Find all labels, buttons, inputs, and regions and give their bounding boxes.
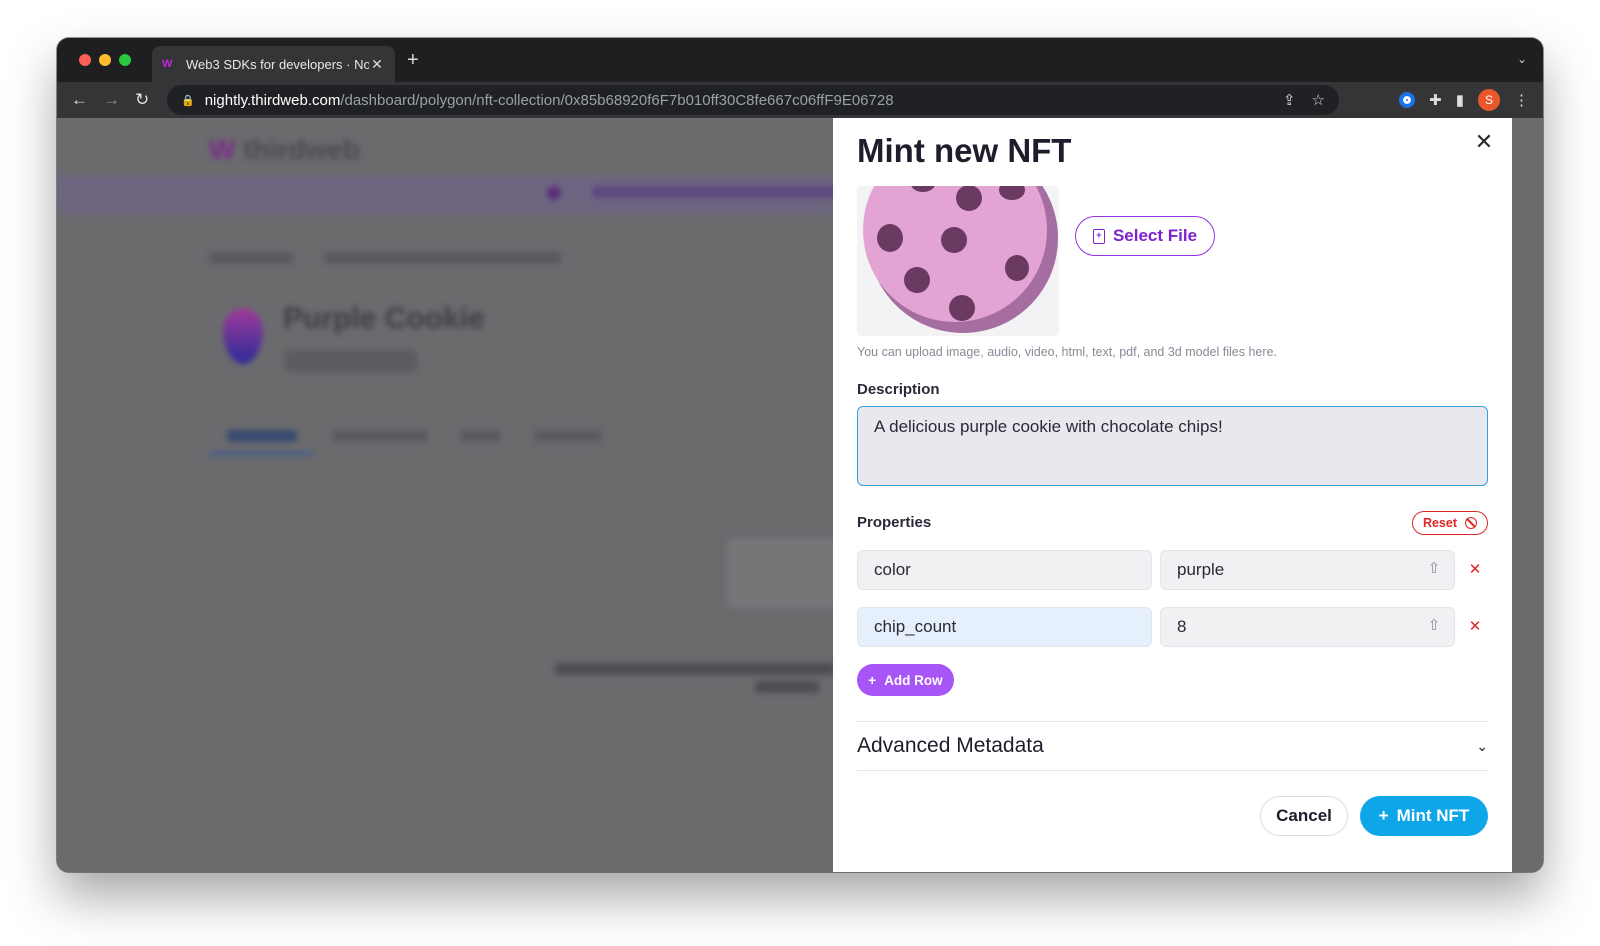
file-icon: + bbox=[1092, 228, 1105, 244]
page-content: W thirdweb Purple Cookie Mint new NFT ✕ bbox=[57, 118, 1543, 872]
advanced-metadata-accordion[interactable]: Advanced Metadata ⌄ bbox=[857, 722, 1488, 770]
mint-nft-button[interactable]: + Mint NFT bbox=[1360, 796, 1488, 836]
mint-nft-drawer: Mint new NFT ✕ + Select File You can upl… bbox=[833, 118, 1512, 872]
bookmark-star-icon[interactable]: ☆ bbox=[1312, 91, 1325, 109]
property-key-input[interactable] bbox=[857, 607, 1152, 647]
ban-icon bbox=[1465, 517, 1477, 529]
cancel-button[interactable]: Cancel bbox=[1260, 796, 1348, 836]
upload-hint: You can upload image, audio, video, html… bbox=[857, 345, 1277, 359]
breadcrumb-collection bbox=[325, 252, 561, 264]
profile-avatar[interactable]: S bbox=[1478, 89, 1500, 111]
tab-strip: W Web3 SDKs for developers · No- ✕ + ⌄ bbox=[57, 38, 1543, 82]
properties-label: Properties bbox=[857, 514, 932, 531]
select-file-label: Select File bbox=[1112, 226, 1198, 245]
tab-overview bbox=[227, 430, 297, 442]
side-panel-icon[interactable]: ▮ bbox=[1456, 91, 1464, 109]
browser-toolbar: ← → ↻ 🔒 nightly.thirdweb.com /dashboard/… bbox=[57, 82, 1543, 118]
tab-code bbox=[461, 430, 501, 442]
project-title: Purple Cookie bbox=[283, 302, 485, 335]
address-bar[interactable]: 🔒 nightly.thirdweb.com /dashboard/polygo… bbox=[167, 85, 1339, 115]
remove-row-icon[interactable]: ✕ bbox=[1466, 618, 1484, 636]
new-tab-button[interactable]: + bbox=[407, 50, 419, 70]
drawer-title: Mint new NFT bbox=[857, 132, 1072, 169]
description-label: Description bbox=[857, 381, 940, 398]
divider bbox=[857, 770, 1488, 771]
empty-state-message bbox=[555, 663, 835, 675]
upload-icon[interactable]: ⇧ bbox=[1425, 617, 1443, 635]
close-drawer-icon[interactable]: ✕ bbox=[1474, 131, 1494, 153]
banner-dot-icon bbox=[547, 186, 561, 200]
media-preview bbox=[857, 186, 1059, 336]
browser-tab[interactable]: W Web3 SDKs for developers · No- ✕ bbox=[152, 46, 395, 82]
reload-icon[interactable]: ↻ bbox=[135, 90, 149, 110]
reset-label: Reset bbox=[1422, 516, 1457, 530]
back-arrow-icon[interactable]: ← bbox=[71, 90, 88, 110]
banner-text bbox=[592, 186, 852, 198]
breadcrumb-dashboard bbox=[209, 252, 293, 264]
remove-row-icon[interactable]: ✕ bbox=[1466, 561, 1484, 579]
property-value-input[interactable] bbox=[1160, 607, 1455, 647]
maximize-window-button[interactable] bbox=[119, 54, 131, 66]
share-icon[interactable]: ⇪ bbox=[1283, 91, 1296, 109]
empty-state-illustration bbox=[727, 538, 847, 608]
tab-permissions bbox=[333, 430, 427, 442]
minimize-window-button[interactable] bbox=[99, 54, 111, 66]
upload-icon[interactable]: ⇧ bbox=[1425, 560, 1443, 578]
tab-close-icon[interactable]: ✕ bbox=[369, 56, 385, 73]
select-file-button[interactable]: + Select File bbox=[1075, 216, 1215, 256]
add-row-button[interactable]: + Add Row bbox=[857, 664, 954, 696]
background-page-overlay: W thirdweb Purple Cookie bbox=[57, 118, 852, 872]
contract-address-chip bbox=[285, 350, 417, 372]
plus-icon: + bbox=[1378, 806, 1389, 825]
reset-properties-button[interactable]: Reset bbox=[1411, 511, 1488, 535]
forward-arrow-icon[interactable]: → bbox=[103, 90, 120, 110]
drawer-body: + Select File You can upload image, audi… bbox=[833, 186, 1512, 786]
active-tab-underline bbox=[209, 452, 313, 455]
lock-icon: 🔒 bbox=[181, 94, 195, 107]
description-textarea[interactable]: A delicious purple cookie with chocolate… bbox=[857, 406, 1488, 486]
add-row-label: Add Row bbox=[884, 672, 943, 688]
thirdweb-logo: W thirdweb bbox=[209, 134, 360, 165]
mint-nft-label: Mint NFT bbox=[1396, 806, 1470, 825]
tab-settings bbox=[535, 430, 601, 442]
advanced-metadata-label: Advanced Metadata bbox=[857, 734, 1044, 757]
tab-search-chevron-icon[interactable]: ⌄ bbox=[1517, 52, 1527, 66]
extension-record-icon[interactable] bbox=[1399, 92, 1416, 108]
property-key-input[interactable] bbox=[857, 550, 1152, 590]
browser-window: W Web3 SDKs for developers · No- ✕ + ⌄ ←… bbox=[57, 38, 1543, 872]
property-value-input[interactable] bbox=[1160, 550, 1455, 590]
close-window-button[interactable] bbox=[79, 54, 91, 66]
collection-avatar bbox=[223, 308, 263, 364]
empty-state-message-line2 bbox=[755, 681, 819, 693]
url-host: nightly.thirdweb.com bbox=[204, 91, 341, 109]
tab-title: Web3 SDKs for developers · No- bbox=[186, 56, 369, 72]
url-path: /dashboard/polygon/nft-collection/0x85b6… bbox=[340, 91, 894, 109]
chevron-down-icon: ⌄ bbox=[1476, 737, 1488, 754]
plus-icon: + bbox=[868, 672, 877, 688]
browser-menu-icon[interactable]: ⋮ bbox=[1514, 91, 1529, 109]
extensions-puzzle-icon[interactable]: ✚ bbox=[1429, 91, 1442, 109]
thirdweb-favicon-icon: W bbox=[162, 58, 173, 70]
cookie-image bbox=[863, 186, 1058, 333]
